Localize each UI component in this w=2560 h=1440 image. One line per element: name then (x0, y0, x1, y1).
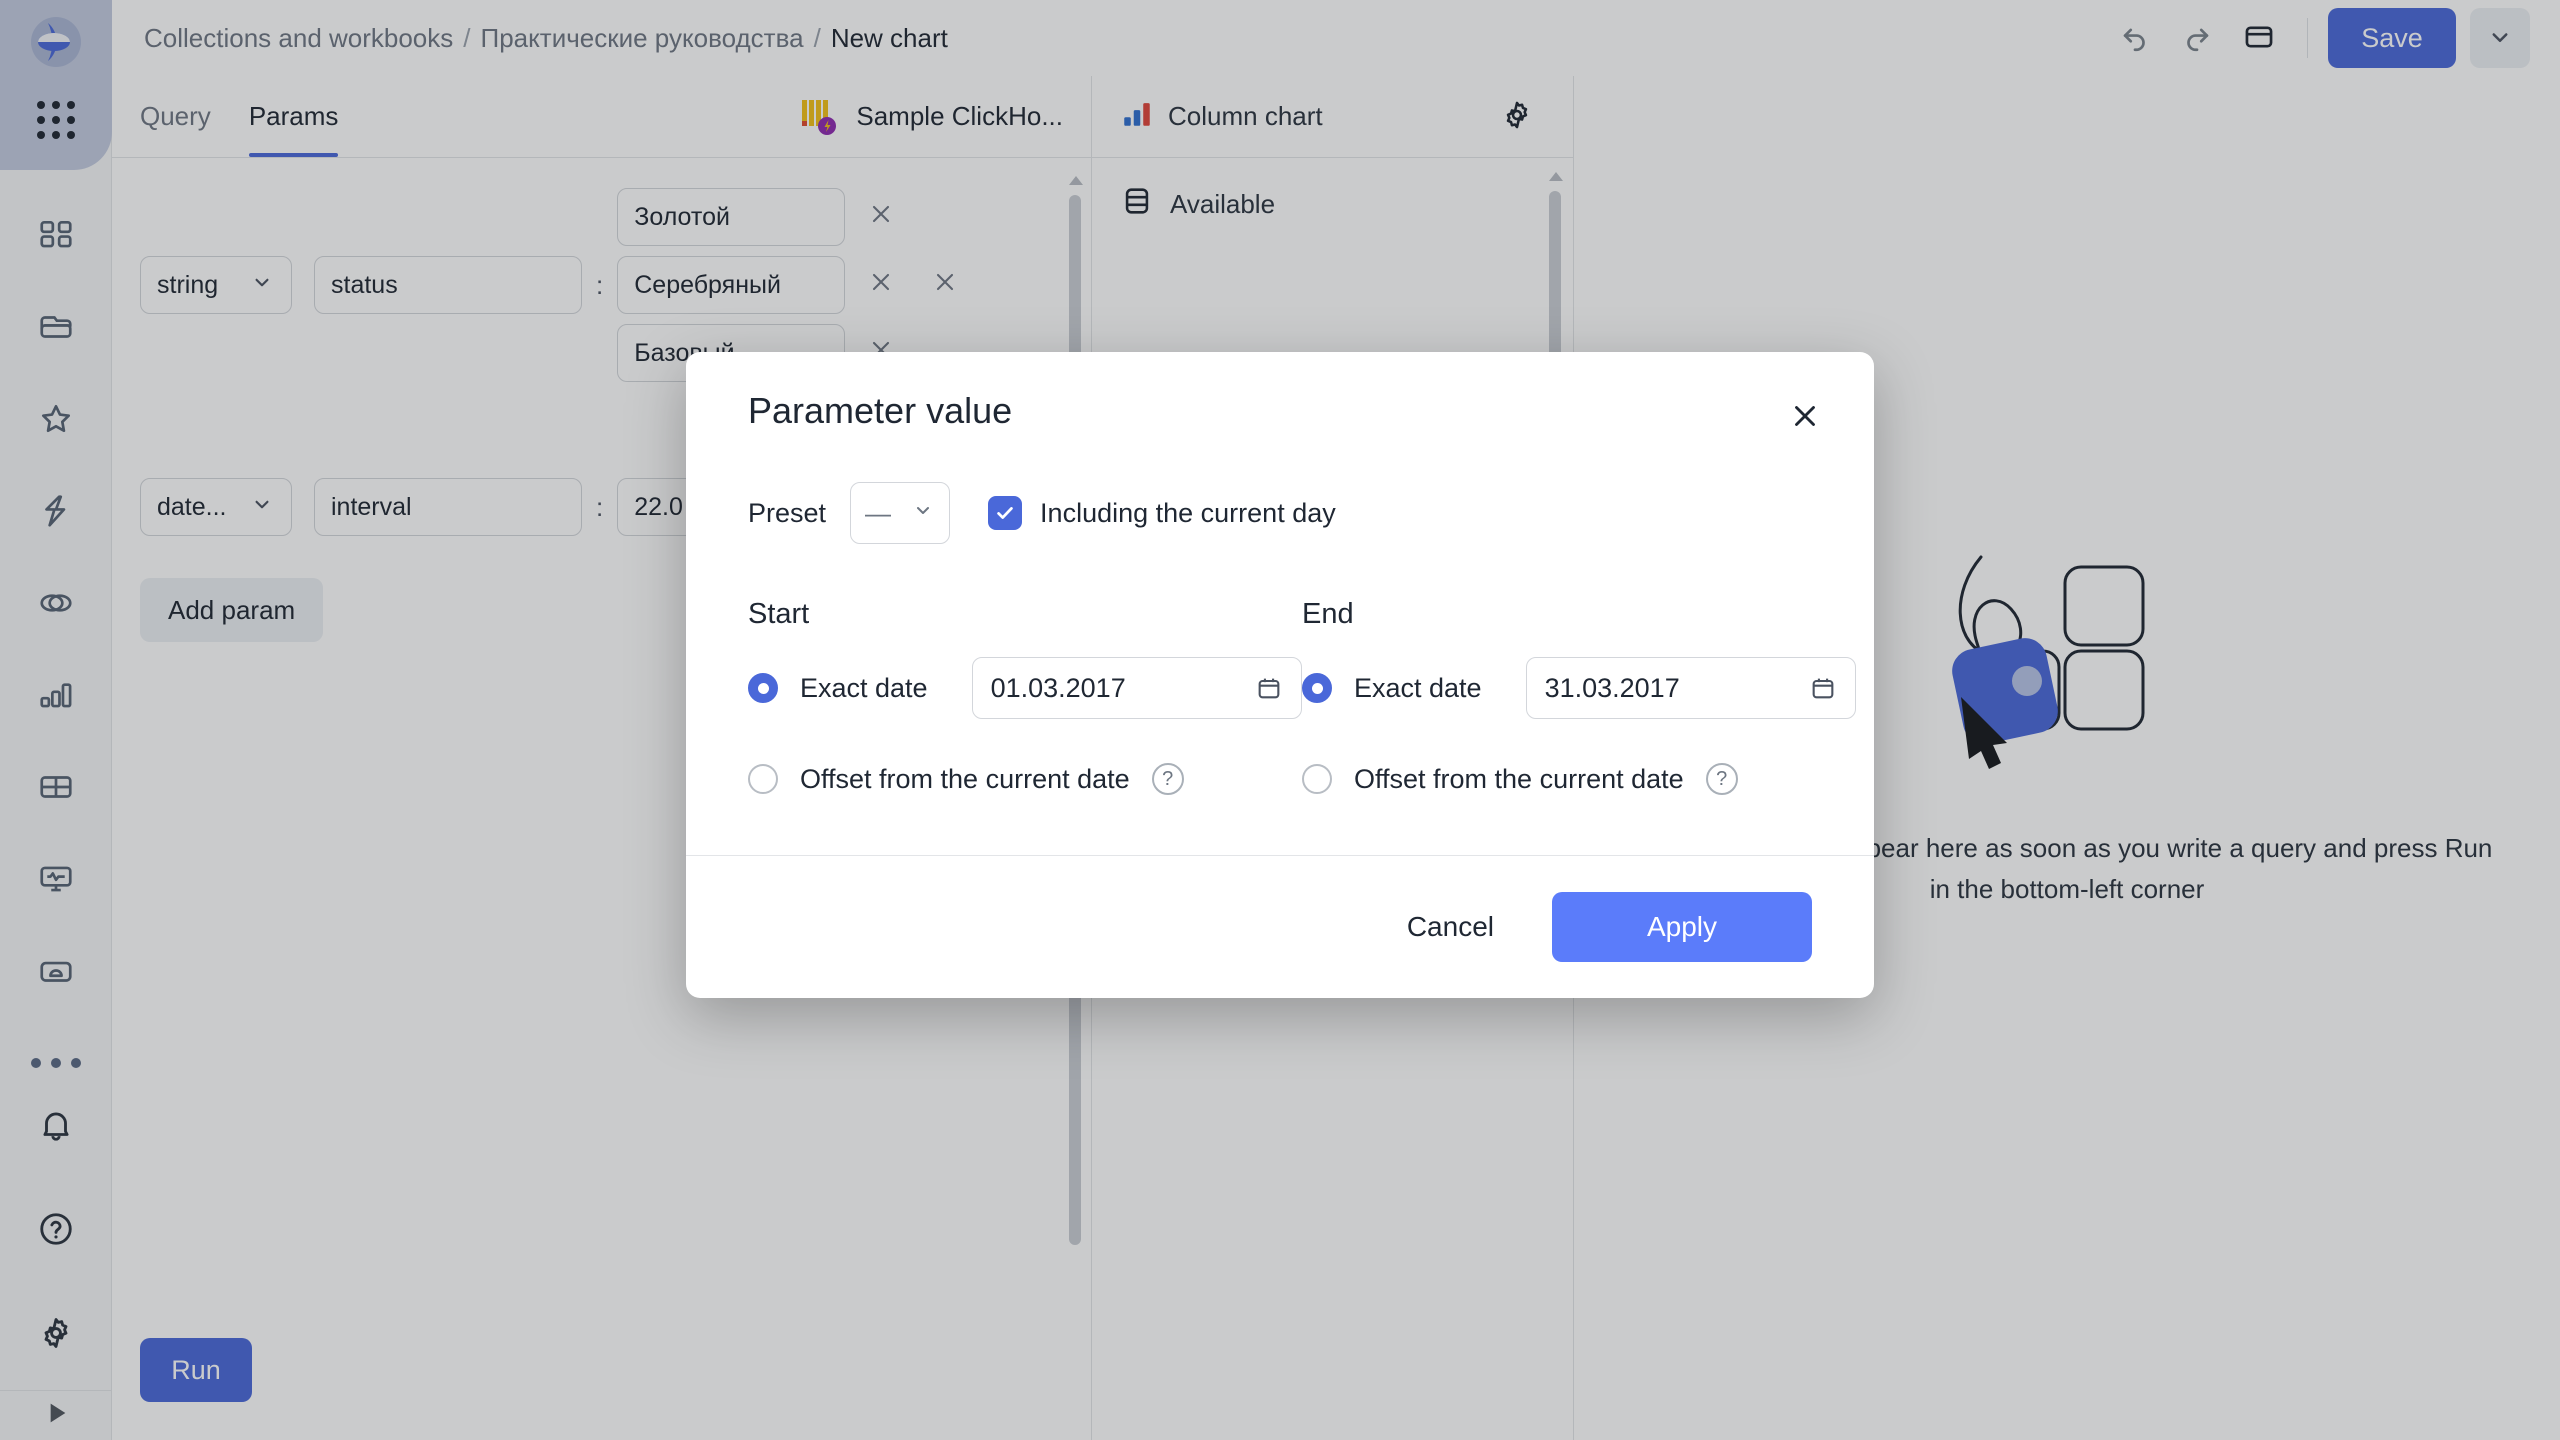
start-exact-date-label: Exact date (800, 672, 928, 703)
preset-value: — (865, 497, 892, 528)
preset-select[interactable]: — (850, 482, 951, 544)
question-mark-icon[interactable]: ? (1151, 763, 1184, 795)
check-icon (988, 496, 1023, 530)
apply-button[interactable]: Apply (1552, 892, 1812, 962)
start-exact-date-option[interactable]: Exact date 01.03.2017 (748, 657, 1302, 719)
dialog-footer: Cancel Apply (686, 855, 1874, 998)
end-offset-radio[interactable] (1302, 764, 1332, 794)
start-offset-radio[interactable] (748, 764, 778, 794)
start-offset-label: Offset from the current date (800, 763, 1130, 794)
close-x-icon (1788, 399, 1822, 436)
end-title: End (1302, 598, 1354, 630)
start-date-input[interactable]: 01.03.2017 (971, 657, 1302, 719)
start-date-value: 01.03.2017 (990, 672, 1126, 703)
calendar-icon[interactable] (1809, 674, 1837, 702)
start-column: Start Exact date 01.03.2017 Offset from … (748, 598, 1302, 795)
preset-label: Preset (748, 497, 827, 528)
start-title: Start (748, 598, 810, 630)
start-offset-option[interactable]: Offset from the current date ? (748, 763, 1302, 795)
dialog-title: Parameter value (748, 390, 1013, 431)
question-mark-icon[interactable]: ? (1705, 763, 1738, 795)
end-exact-date-label: Exact date (1354, 672, 1482, 703)
start-exact-date-radio[interactable] (748, 673, 778, 703)
close-dialog-button[interactable] (1778, 390, 1832, 444)
end-exact-date-option[interactable]: Exact date 31.03.2017 (1302, 657, 1856, 719)
parameter-value-dialog: Parameter value Preset — Including the c… (686, 352, 1874, 998)
including-current-day-checkbox[interactable]: Including the current day (988, 496, 1336, 530)
preset-row: Preset — Including the current day (748, 482, 1812, 544)
end-offset-option[interactable]: Offset from the current date ? (1302, 763, 1856, 795)
end-exact-date-radio[interactable] (1302, 673, 1332, 703)
dialog-body: Preset — Including the current day Start… (686, 444, 1874, 855)
chevron-down-icon (911, 498, 935, 529)
dialog-header: Parameter value (686, 352, 1874, 444)
date-range-columns: Start Exact date 01.03.2017 Offset from … (748, 598, 1856, 795)
calendar-icon[interactable] (1255, 674, 1283, 702)
app-root: Collections and workbooks / Практические… (0, 0, 2560, 1440)
cancel-button[interactable]: Cancel (1391, 901, 1510, 953)
including-current-day-label: Including the current day (1040, 497, 1336, 528)
end-date-value: 31.03.2017 (1544, 672, 1680, 703)
end-offset-label: Offset from the current date (1354, 763, 1684, 794)
end-column: End Exact date 31.03.2017 Offset from th… (1302, 598, 1856, 795)
end-date-input[interactable]: 31.03.2017 (1525, 657, 1856, 719)
